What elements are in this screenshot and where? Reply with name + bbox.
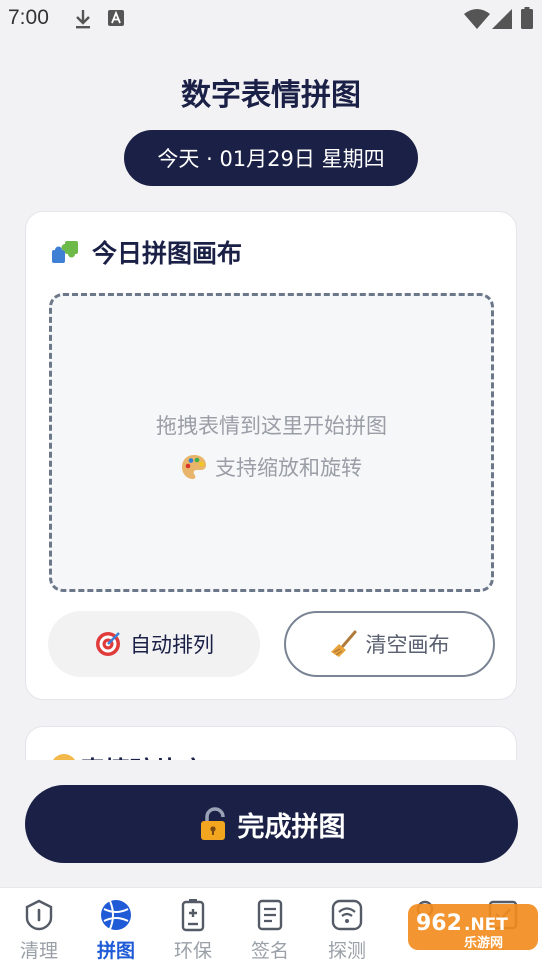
nav-item-puzzle[interactable]: 拼图 [77, 898, 155, 963]
nav-item-sign[interactable]: 签名 [231, 898, 309, 963]
content-clip-area [0, 760, 542, 786]
battery-status-icon [521, 7, 533, 29]
clear-canvas-button[interactable]: 清空画布 [284, 611, 495, 677]
document-icon [257, 899, 283, 931]
puzzle-canvas-dropzone[interactable]: 拖拽表情到这里开始拼图 支持缩放和旋转 [49, 293, 494, 592]
canvas-hint: 拖拽表情到这里开始拼图 [156, 414, 387, 438]
canvas-hint-text: 支持缩放和旋转 [215, 456, 362, 480]
ball-icon [101, 900, 131, 930]
nav-label-sign: 签名 [250, 940, 289, 962]
nav-label-clean: 清理 [19, 940, 58, 962]
nav-item-clean[interactable]: 清理 [0, 898, 78, 963]
lock-icon [200, 807, 225, 840]
nav-item-eco[interactable]: 环保 [154, 898, 232, 963]
target-icon [96, 632, 120, 656]
wifi-signal-icon [464, 9, 490, 29]
site-watermark-logo: 962 .NET 乐游网 [408, 904, 538, 951]
auto-arrange-label: 自动排列 [130, 633, 214, 657]
cell-signal-icon [492, 9, 512, 29]
battery-icon [181, 899, 205, 932]
palette-icon [182, 455, 206, 479]
svg-text:.NET: .NET [464, 915, 508, 935]
status-bar: 7:00 [0, 0, 542, 38]
shield-icon [25, 899, 53, 931]
svg-text:962: 962 [416, 911, 462, 936]
canvas-card: 今日拼图画布 拖拽表情到这里开始拼图 支持缩放和旋转 自动排列 清空画布 [25, 211, 517, 700]
clear-canvas-label: 清空画布 [365, 633, 450, 657]
status-time: 7:00 [8, 6, 49, 29]
page-title: 数字表情拼图 [181, 78, 361, 113]
canvas-hint-secondary: 支持缩放和旋转 [52, 452, 491, 482]
complete-puzzle-label: 完成拼图 [237, 811, 346, 843]
date-badge: 今天 · 01月29日 星期四 [124, 130, 418, 186]
nav-item-detect[interactable]: 探测 [308, 898, 386, 963]
canvas-card-header: 今日拼图画布 [50, 234, 242, 270]
puzzle-piece-icon [52, 241, 78, 263]
svg-text:乐游网: 乐游网 [464, 935, 503, 951]
auto-arrange-button[interactable]: 自动排列 [48, 611, 260, 677]
nav-label-eco: 环保 [173, 940, 212, 962]
font-app-icon [108, 10, 124, 26]
nav-label-puzzle: 拼图 [96, 940, 135, 962]
broom-icon [330, 630, 356, 657]
download-icon [76, 10, 90, 29]
nav-label-detect: 探测 [327, 940, 366, 962]
canvas-card-title: 今日拼图画布 [92, 239, 243, 268]
complete-puzzle-button[interactable]: 完成拼图 [25, 785, 518, 863]
wifi-icon [331, 899, 363, 931]
